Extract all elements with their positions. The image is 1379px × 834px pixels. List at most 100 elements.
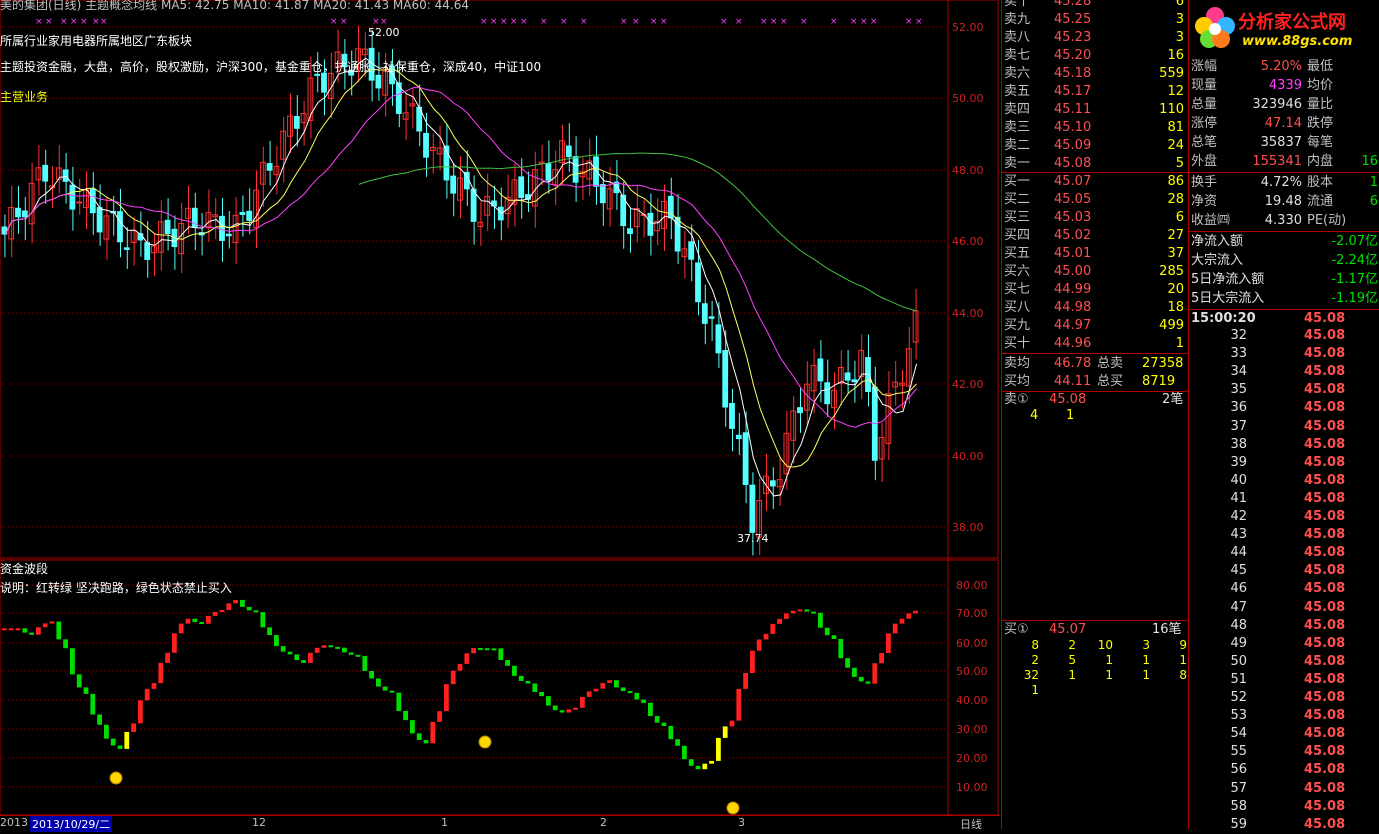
candle-body bbox=[518, 176, 525, 198]
order-level-label: 卖五 bbox=[1004, 84, 1031, 99]
queue-item: 5 bbox=[1068, 653, 1076, 667]
indicator-bar bbox=[559, 710, 565, 713]
indicator-bar bbox=[525, 680, 531, 684]
indicator-bar bbox=[729, 720, 735, 727]
indicator-bar bbox=[505, 659, 510, 666]
order-price: 45.11 bbox=[1054, 102, 1092, 117]
candle-body bbox=[76, 201, 83, 204]
sell-order-row[interactable]: 卖二 45.09 24 bbox=[1002, 137, 1188, 155]
candle-body bbox=[844, 372, 851, 381]
candle-body bbox=[742, 432, 749, 485]
stat-value: 155341 bbox=[1252, 154, 1302, 169]
price-axis-label: 40.00 bbox=[952, 450, 984, 463]
price-axis-label: 38.00 bbox=[952, 521, 984, 534]
sell-order-row[interactable]: 卖十 45.28 6 bbox=[1002, 0, 1188, 11]
queue-item: 1 bbox=[1142, 653, 1150, 667]
candle-body bbox=[695, 262, 701, 303]
kline-chart[interactable]: 52.00 50.00 48.00 46.00 44.00 42.00 40.00 38.00… bbox=[0, 0, 1000, 829]
queue-item: 2 bbox=[1068, 638, 1076, 652]
buy-order-row[interactable]: 买九 44.97 499 bbox=[1002, 317, 1188, 335]
tick-minute: 57 bbox=[1230, 780, 1247, 796]
stat-label: 外盘 bbox=[1191, 154, 1218, 169]
tick-price: 45.08 bbox=[1304, 328, 1346, 343]
indicator-bar bbox=[899, 618, 905, 624]
indicator-bar bbox=[634, 692, 640, 700]
sell1-item: 4 bbox=[1030, 408, 1039, 423]
indicator-bar bbox=[654, 716, 660, 723]
sell-avg-row: 卖均 46.78 总卖 27358 bbox=[1002, 355, 1188, 373]
buy-order-row[interactable]: 买四 45.02 27 bbox=[1002, 227, 1188, 245]
indicator-bar bbox=[376, 678, 381, 687]
buy-order-row[interactable]: 买一 45.07 86 bbox=[1002, 173, 1188, 191]
signal-marker: × bbox=[632, 17, 640, 27]
indicator-bar bbox=[709, 760, 714, 764]
order-price: 45.00 bbox=[1054, 264, 1092, 279]
sell-order-row[interactable]: 卖一 45.08 5 bbox=[1002, 155, 1188, 173]
candle-body bbox=[96, 207, 103, 233]
flow-value: -1.17亿 bbox=[1331, 272, 1378, 287]
order-volume: 110 bbox=[1159, 102, 1184, 117]
indicator-bar bbox=[410, 720, 415, 734]
indicator-bar bbox=[450, 670, 456, 685]
stat-value: 47.14 bbox=[1264, 116, 1302, 131]
indicator-bar bbox=[260, 612, 266, 628]
indicator-bar bbox=[36, 627, 41, 635]
signal-marker: × bbox=[330, 17, 338, 27]
indicator-bar bbox=[471, 648, 476, 654]
indicator-bar bbox=[831, 635, 837, 639]
stat-label: 均价 bbox=[1307, 78, 1334, 93]
indicator-bar bbox=[267, 627, 272, 636]
tick-price: 45.08 bbox=[1304, 599, 1346, 615]
signal-marker: × bbox=[60, 17, 68, 27]
sell-order-row[interactable]: 卖六 45.18 559 bbox=[1002, 65, 1188, 83]
indicator-bar bbox=[722, 726, 728, 738]
tick-row: 40 45.08 bbox=[1189, 472, 1379, 490]
order-volume: 3 bbox=[1175, 30, 1184, 45]
indicator-bar bbox=[192, 618, 198, 623]
indicator-bar bbox=[892, 623, 898, 634]
order-price: 45.23 bbox=[1054, 30, 1092, 45]
moving-average-line bbox=[4, 68, 917, 468]
chart-area[interactable]: 52.00 50.00 48.00 46.00 44.00 42.00 40.00 38.00… bbox=[0, 0, 1000, 832]
period-label[interactable]: 日线 bbox=[960, 816, 982, 832]
order-level-label: 买三 bbox=[1004, 210, 1031, 225]
indicator-bar bbox=[913, 610, 918, 614]
sell-order-row[interactable]: 卖七 45.20 16 bbox=[1002, 47, 1188, 65]
order-volume: 6 bbox=[1175, 210, 1184, 225]
sell-order-row[interactable]: 卖三 45.10 81 bbox=[1002, 119, 1188, 137]
divider bbox=[1189, 172, 1379, 173]
indicator-bar bbox=[750, 650, 755, 674]
buy-order-row[interactable]: 买二 45.05 28 bbox=[1002, 191, 1188, 209]
order-price: 44.96 bbox=[1054, 336, 1092, 351]
tick-price: 45.08 bbox=[1304, 798, 1346, 814]
tick-row: 37 45.08 bbox=[1189, 418, 1379, 436]
buy-order-row[interactable]: 买六 45.00 285 bbox=[1002, 263, 1188, 281]
indicator-bar bbox=[423, 739, 429, 744]
sell-order-row[interactable]: 卖八 45.23 3 bbox=[1002, 29, 1188, 47]
buy-order-row[interactable]: 买八 44.98 18 bbox=[1002, 299, 1188, 317]
tick-minute: 37 bbox=[1230, 418, 1247, 434]
candle-body bbox=[225, 233, 232, 237]
buy-order-row[interactable]: 买十 44.96 1 bbox=[1002, 335, 1188, 353]
queue-item: 1 bbox=[1179, 653, 1187, 667]
order-price: 45.09 bbox=[1054, 138, 1092, 153]
industry-line: 所属行业家用电器所属地区广东板块 bbox=[0, 34, 193, 48]
indicator-bar bbox=[566, 709, 572, 713]
tick-row: 56 45.08 bbox=[1189, 761, 1379, 779]
sell-order-row[interactable]: 卖九 45.25 3 bbox=[1002, 11, 1188, 29]
flow-row: 5日净流入额 -1.17亿 bbox=[1189, 271, 1379, 289]
buy-order-row[interactable]: 买三 45.03 6 bbox=[1002, 209, 1188, 227]
buy-order-row[interactable]: 买七 44.99 20 bbox=[1002, 281, 1188, 299]
sell-order-row[interactable]: 卖五 45.17 12 bbox=[1002, 83, 1188, 101]
indicator-bar bbox=[144, 688, 150, 701]
order-volume: 27 bbox=[1167, 228, 1184, 243]
sell-order-row[interactable]: 卖四 45.11 110 bbox=[1002, 101, 1188, 119]
flow-label: 净流入额 bbox=[1191, 234, 1244, 249]
buy-order-row[interactable]: 买五 45.01 37 bbox=[1002, 245, 1188, 263]
indicator-bar bbox=[29, 632, 34, 635]
signal-marker: × bbox=[35, 17, 43, 27]
order-volume: 81 bbox=[1167, 120, 1184, 135]
indicator-bar bbox=[824, 627, 830, 636]
signal-marker: × bbox=[560, 17, 568, 27]
signal-marker: × bbox=[620, 17, 628, 27]
